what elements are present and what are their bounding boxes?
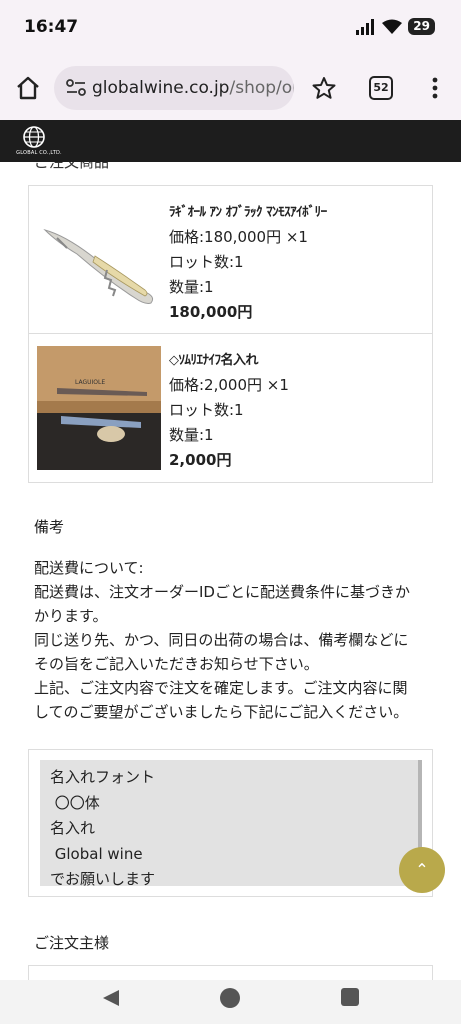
- status-bar: 16:47 29: [0, 0, 461, 56]
- item-name[interactable]: ◇ｿﾑﾘｴﾅｲﾌ名入れ: [169, 348, 289, 373]
- item-name[interactable]: ﾗｷﾞｵｰﾙ ｱﾝ ｵﾌﾞﾗｯｸ ﾏﾝﾓｽｱｲﾎﾞﾘｰ: [169, 200, 327, 225]
- remarks-textarea[interactable]: 名入れフォント 〇〇体 名入れ Global wine でお願いします: [40, 760, 421, 886]
- item-qty: 数量:1: [169, 426, 214, 444]
- main-content: ご注文商品 ﾗｷﾞｵｰﾙ ｱﾝ ｵﾌﾞﾗｯｸ ﾏﾝﾓｽｱｲﾎﾞﾘｰ 価格:180…: [0, 162, 461, 980]
- site-header: GLOBAL CO.,LTD.: [0, 120, 461, 162]
- url-text: globalwine.co.jp/shop/or: [92, 78, 294, 98]
- engraved-knife-image: LAGUIOLE: [37, 346, 161, 470]
- signal-icon: [356, 18, 375, 35]
- site-info-icon[interactable]: [66, 79, 86, 97]
- item-total: 2,000円: [169, 451, 232, 469]
- remarks-line: 配送費は、注文オーダーIDごとに配送費条件に基づきか: [34, 583, 410, 601]
- section-heading-partial: ご注文商品: [34, 162, 110, 171]
- home-icon[interactable]: [14, 74, 42, 102]
- status-icons: 29: [356, 18, 435, 35]
- bookmark-star-icon[interactable]: [310, 74, 338, 102]
- orderer-box: [28, 965, 433, 980]
- scroll-to-top-button[interactable]: ⌃: [399, 847, 445, 893]
- item-info: ﾗｷﾞｵｰﾙ ｱﾝ ｵﾌﾞﾗｯｸ ﾏﾝﾓｽｱｲﾎﾞﾘｰ 価格:180,000円 …: [169, 186, 327, 333]
- product-image: LAGUIOLE: [29, 334, 169, 482]
- home-nav-icon[interactable]: [220, 988, 240, 1008]
- url-domain: globalwine.co.jp: [92, 78, 230, 98]
- item-lot: ロット数:1: [169, 401, 244, 419]
- status-time: 16:47: [24, 17, 79, 37]
- battery-icon: 29: [408, 18, 435, 35]
- recent-apps-icon[interactable]: [341, 988, 359, 1006]
- globe-logo-icon: [23, 126, 45, 148]
- item-lot: ロット数:1: [169, 253, 244, 271]
- order-item-row: ﾗｷﾞｵｰﾙ ｱﾝ ｵﾌﾞﾗｯｸ ﾏﾝﾓｽｱｲﾎﾞﾘｰ 価格:180,000円 …: [29, 186, 432, 334]
- item-info: ◇ｿﾑﾘｴﾅｲﾌ名入れ 価格:2,000円 ×1 ロット数:1 数量:1 2,0…: [169, 334, 289, 482]
- remarks-line: その旨をご記入いただきお知らせ下さい。: [34, 655, 319, 673]
- browser-toolbar: globalwine.co.jp/shop/or 52: [0, 56, 461, 120]
- chevron-up-icon: ⌃: [415, 860, 429, 879]
- remarks-line: 上記、ご注文内容で注文を確定します。ご注文内容に関: [34, 679, 408, 697]
- order-items-table: ﾗｷﾞｵｰﾙ ｱﾝ ｵﾌﾞﾗｯｸ ﾏﾝﾓｽｱｲﾎﾞﾘｰ 価格:180,000円 …: [28, 185, 433, 483]
- remarks-box: 名入れフォント 〇〇体 名入れ Global wine でお願いします: [28, 749, 433, 897]
- remarks-line: かります。: [34, 607, 108, 625]
- corkscrew-image: [37, 207, 161, 312]
- product-image: [29, 186, 169, 333]
- url-bar[interactable]: globalwine.co.jp/shop/or: [54, 66, 294, 110]
- svg-text:LAGUIOLE: LAGUIOLE: [75, 379, 105, 386]
- wifi-icon: [382, 19, 403, 34]
- order-item-row: LAGUIOLE ◇ｿﾑﾘｴﾅｲﾌ名入れ 価格:2,000円 ×1 ロット数:1…: [29, 334, 432, 482]
- system-nav-bar: [0, 980, 461, 1024]
- back-icon[interactable]: [101, 988, 121, 1008]
- remarks-heading: 備考: [34, 518, 65, 536]
- tab-switcher-button[interactable]: 52: [369, 76, 393, 100]
- site-logo[interactable]: GLOBAL CO.,LTD.: [14, 124, 64, 160]
- logo-text: GLOBAL CO.,LTD.: [16, 150, 62, 156]
- item-total: 180,000円: [169, 303, 253, 321]
- remarks-line: 配送費について:: [34, 559, 144, 577]
- remarks-description: 配送費について: 配送費は、注文オーダーIDごとに配送費条件に基づきか かります…: [34, 556, 434, 724]
- item-qty: 数量:1: [169, 278, 214, 296]
- more-menu-icon[interactable]: [425, 74, 445, 102]
- remarks-line: してのご要望がございましたら下記にご記入ください。: [34, 703, 409, 721]
- remarks-line: 同じ送り先、かつ、同日の出荷の場合は、備考欄などに: [34, 631, 409, 649]
- item-price: 価格:180,000円 ×1: [169, 228, 308, 246]
- item-price: 価格:2,000円 ×1: [169, 376, 289, 394]
- url-path: /shop/or: [229, 78, 294, 98]
- orderer-heading: ご注文主様: [34, 934, 110, 952]
